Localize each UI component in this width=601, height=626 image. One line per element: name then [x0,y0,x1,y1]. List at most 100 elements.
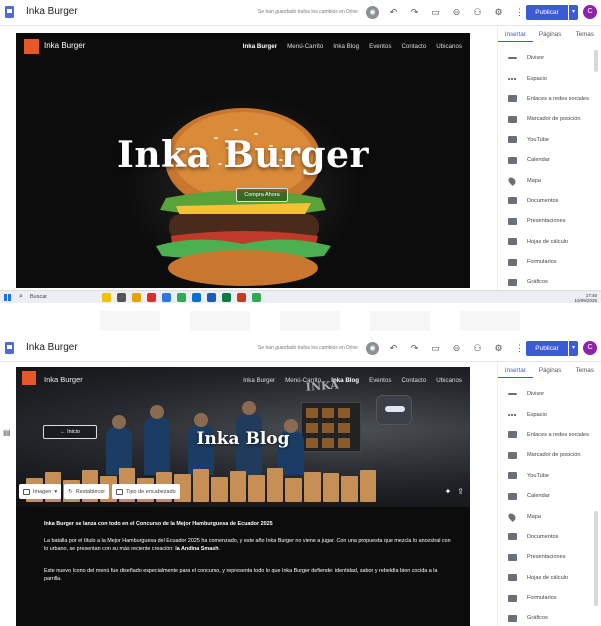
settings-icon[interactable]: ⚙ [488,341,509,356]
insert-divisor[interactable]: Divisor [498,384,601,404]
panel-scrollbar[interactable] [594,511,598,606]
insert-hojas-calculo[interactable]: Hojas de cálculo [498,568,601,588]
redo-icon[interactable]: ↷ [404,341,425,356]
nav-eventos[interactable]: Eventos [369,43,391,50]
panel-scrollbar[interactable] [594,50,598,72]
link-icon[interactable]: ⊝ [446,341,467,356]
insert-mapa[interactable]: Mapa [498,506,601,526]
insert-graficos[interactable]: Gráficos [498,608,601,626]
excel-icon[interactable] [222,293,231,302]
insert-presentaciones[interactable]: Presentaciones [498,547,601,567]
insert-espacio[interactable]: Espacio [498,404,601,424]
widgets-icon[interactable] [102,293,111,302]
insert-placeholder[interactable]: Marcador de posición [498,109,601,129]
upload-icon[interactable]: ⇪ [457,487,464,496]
nav-ubicanos[interactable]: Ubicanos [436,43,462,50]
nav-contacto[interactable]: Contacto [401,377,426,384]
site-title[interactable]: Inka Burger [44,375,83,384]
editor-topbar: Inka Burger Se han guardado todos los ca… [0,0,601,26]
insert-youtube[interactable]: YouTube [498,130,601,150]
publish-dropdown-button[interactable]: ▾ [569,5,578,20]
tab-insertar[interactable]: Insertar [498,362,533,378]
search-icon[interactable]: ⌕ [19,293,23,301]
settings-icon[interactable]: ⚙ [488,5,509,20]
chrome-green-icon[interactable] [177,293,186,302]
redo-icon[interactable]: ↷ [404,5,425,20]
page-canvas[interactable]: Inka Burger Inka Burger Menú-Carrito Ink… [16,33,470,288]
insert-documentos[interactable]: Documentos [498,191,601,211]
nav-menu-carrito[interactable]: Menú-Carrito [285,377,321,384]
preview-icon[interactable]: ◉ [362,341,383,356]
tab-paginas[interactable]: Páginas [533,26,568,42]
insert-formularios[interactable]: Formularios [498,588,601,608]
editor-site-name[interactable]: Inka Burger [26,6,78,17]
windows-start-icon[interactable] [4,294,11,301]
back-home-button[interactable]: ← Inicio [43,425,97,439]
insert-mapa[interactable]: Mapa [498,170,601,190]
insert-espacio[interactable]: Espacio [498,68,601,88]
nav-ubicanos[interactable]: Ubicanos [436,377,462,384]
sparkle-icon[interactable]: ✦ [445,487,452,496]
insert-placeholder[interactable]: Marcador de posición [498,445,601,465]
reset-icon: ↻ [68,488,73,495]
taskbar-search[interactable]: Buscar [30,294,47,300]
tab-paginas[interactable]: Páginas [533,362,568,378]
insert-presentaciones[interactable]: Presentaciones [498,211,601,231]
buy-now-button[interactable]: Compra Ahora [236,188,288,202]
insert-formularios[interactable]: Formularios [498,252,601,272]
hero-title[interactable]: Inka Burger [16,134,470,176]
link-icon[interactable]: ⊝ [446,5,467,20]
nav-contacto[interactable]: Contacto [401,43,426,50]
blog-header-image[interactable]: INKA Inka Blog ← Inicio Imagen ▾ ↻ Resta… [16,367,470,507]
insert-calendar[interactable]: Calendar [498,486,601,506]
reset-button[interactable]: ↻ Restablecer [64,484,110,499]
publish-button[interactable]: Publicar [526,5,568,20]
chrome-icon[interactable] [147,293,156,302]
tab-temas[interactable]: Temas [567,26,601,42]
device-icon[interactable]: ▭ [425,341,446,356]
publish-button[interactable]: Publicar [526,341,568,356]
page-outline-icon[interactable]: ▤ [3,428,11,437]
insert-calendar[interactable]: Calendar [498,150,601,170]
youtube-icon [508,472,517,480]
image-menu-button[interactable]: Imagen ▾ [19,484,62,499]
add-user-icon[interactable]: ⚇ [467,341,488,356]
editor-site-name[interactable]: Inka Burger [26,342,78,353]
device-icon[interactable]: ▭ [425,5,446,20]
nav-eventos[interactable]: Eventos [369,377,391,384]
app-icon[interactable] [192,293,201,302]
app-green-icon[interactable] [252,293,261,302]
publish-dropdown-button[interactable]: ▾ [569,341,578,356]
nav-menu-carrito[interactable]: Menú-Carrito [287,43,323,50]
blog-article[interactable]: Inka Burger se lanza con todo en el Conc… [44,520,454,591]
insert-documentos[interactable]: Documentos [498,527,601,547]
add-user-icon[interactable]: ⚇ [467,5,488,20]
site-title[interactable]: Inka Burger [44,41,85,50]
undo-icon[interactable]: ↶ [383,341,404,356]
system-tray-clock[interactable]: 17:46 10/09/2025 [574,293,597,303]
insert-social-links[interactable]: Enlaces a redes sociales [498,425,601,445]
avatar[interactable]: C [583,341,597,355]
site-logo[interactable] [22,371,36,385]
powerpoint-icon[interactable] [237,293,246,302]
header-type-button[interactable]: Tipo de encabezado [112,484,180,499]
insert-divisor[interactable]: Divisor [498,48,601,68]
word-icon[interactable] [207,293,216,302]
nav-inka-burger[interactable]: Inka Burger [243,377,275,384]
nav-inka-blog[interactable]: Inka Blog [331,377,359,384]
task-view-icon[interactable] [117,293,126,302]
avatar[interactable]: C [583,5,597,19]
undo-icon[interactable]: ↶ [383,5,404,20]
tab-temas[interactable]: Temas [567,362,601,378]
edge-icon[interactable] [162,293,171,302]
tab-insertar[interactable]: Insertar [498,26,533,42]
file-explorer-icon[interactable] [132,293,141,302]
insert-social-links[interactable]: Enlaces a redes sociales [498,89,601,109]
page-canvas[interactable]: INKA Inka Blog ← Inicio Imagen ▾ ↻ Resta… [16,367,470,626]
preview-icon[interactable]: ◉ [362,5,383,20]
insert-youtube[interactable]: YouTube [498,466,601,486]
site-logo[interactable] [24,39,39,54]
nav-inka-blog[interactable]: Inka Blog [333,43,359,50]
nav-inka-burger[interactable]: Inka Burger [243,43,277,50]
insert-hojas-calculo[interactable]: Hojas de cálculo [498,232,601,252]
